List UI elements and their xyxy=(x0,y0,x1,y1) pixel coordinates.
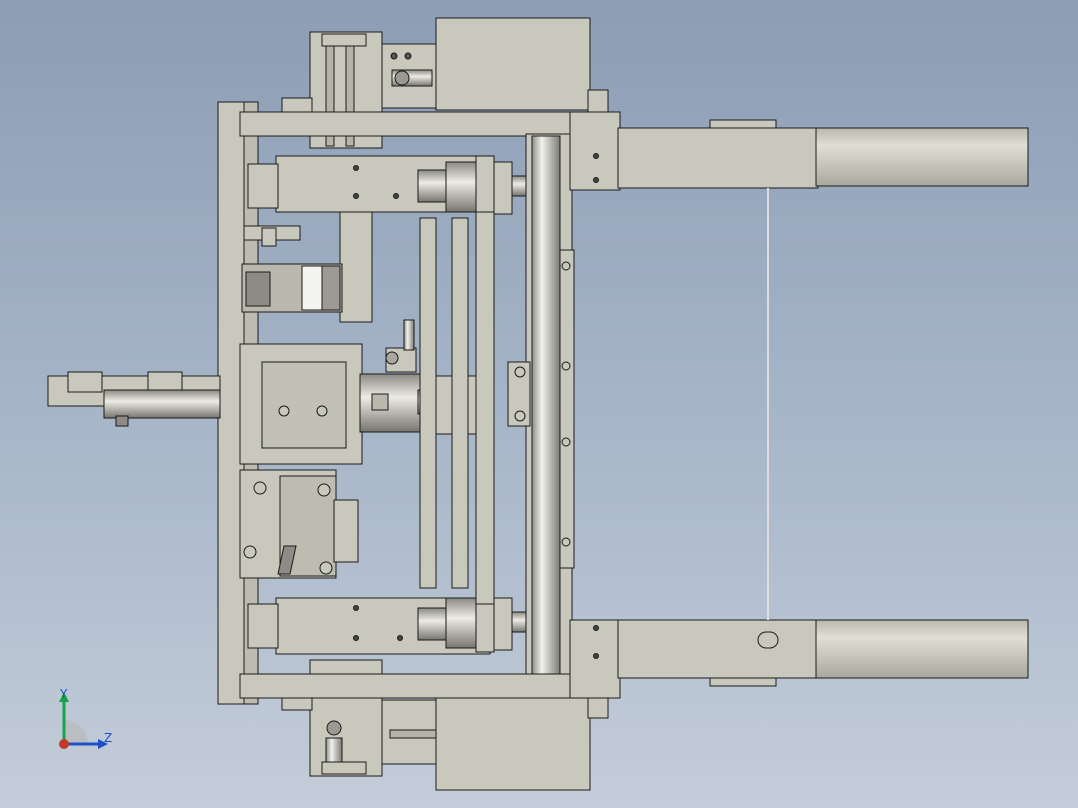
vertical-rail-3[interactable] xyxy=(475,211,495,605)
assembly-drawing[interactable] xyxy=(0,0,1078,808)
left-shaft[interactable] xyxy=(47,371,221,427)
cad-viewport[interactable]: Y Z xyxy=(0,0,1078,808)
upper-bracket[interactable] xyxy=(241,211,373,323)
vertical-rail-2[interactable] xyxy=(451,217,469,589)
upper-slide-block[interactable] xyxy=(247,155,531,215)
orientation-triad: Y Z xyxy=(59,687,112,749)
motor-assembly[interactable] xyxy=(239,469,359,579)
top-rail[interactable] xyxy=(239,111,575,137)
triad-origin-icon xyxy=(59,739,69,749)
vertical-rail-1[interactable] xyxy=(419,217,437,589)
lower-gripper-finger[interactable] xyxy=(569,619,1029,699)
guide-rod[interactable] xyxy=(531,135,561,675)
center-housing[interactable] xyxy=(239,319,481,465)
y-axis-label: Y xyxy=(59,687,68,701)
upper-gripper-finger[interactable] xyxy=(569,111,1029,191)
z-axis-label: Z xyxy=(104,731,112,745)
bottom-rail[interactable] xyxy=(239,673,575,699)
